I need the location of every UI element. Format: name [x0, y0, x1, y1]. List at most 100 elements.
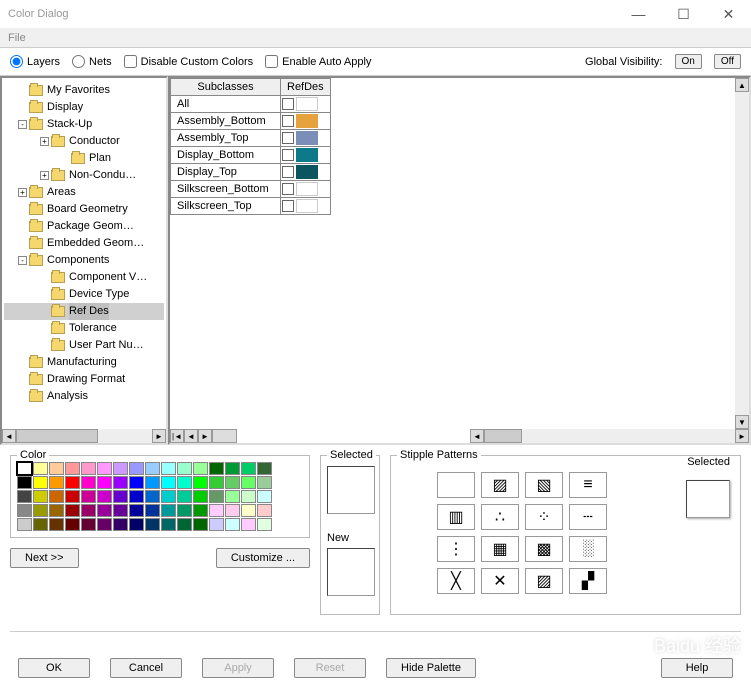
- tree-item[interactable]: Ref Des: [4, 303, 164, 320]
- palette-cell[interactable]: [161, 518, 176, 531]
- radio-layers[interactable]: Layers: [10, 55, 60, 68]
- color-swatch[interactable]: [296, 182, 318, 196]
- palette-cell[interactable]: [145, 490, 160, 503]
- palette-cell[interactable]: [225, 504, 240, 517]
- palette-cell[interactable]: [257, 504, 272, 517]
- tab-nav-next[interactable]: ►: [198, 429, 212, 443]
- stipple-checker[interactable]: ▞: [569, 568, 607, 594]
- stipple-x2[interactable]: ✕: [481, 568, 519, 594]
- stipple-diag2[interactable]: ▧: [525, 472, 563, 498]
- palette-cell[interactable]: [81, 462, 96, 475]
- stipple-dots1[interactable]: ∴: [481, 504, 519, 530]
- tree-expander-icon[interactable]: -: [18, 120, 27, 129]
- palette-cell[interactable]: [17, 490, 32, 503]
- menu-file[interactable]: File: [8, 32, 26, 44]
- palette-cell[interactable]: [17, 518, 32, 531]
- tree-item[interactable]: Display: [4, 99, 164, 116]
- color-palette[interactable]: [17, 462, 303, 531]
- palette-cell[interactable]: [65, 504, 80, 517]
- tree-item[interactable]: Manufacturing: [4, 354, 164, 371]
- palette-cell[interactable]: [129, 490, 144, 503]
- visibility-checkbox[interactable]: [282, 183, 294, 195]
- palette-cell[interactable]: [177, 490, 192, 503]
- palette-cell[interactable]: [145, 462, 160, 475]
- table-row[interactable]: All: [171, 96, 331, 113]
- customize-button[interactable]: Customize ...: [216, 548, 310, 568]
- palette-cell[interactable]: [193, 518, 208, 531]
- palette-cell[interactable]: [241, 462, 256, 475]
- stipple-horiz[interactable]: ≡: [569, 472, 607, 498]
- visibility-checkbox[interactable]: [282, 200, 294, 212]
- visibility-checkbox[interactable]: [282, 166, 294, 178]
- palette-cell[interactable]: [177, 462, 192, 475]
- global-on-button[interactable]: On: [675, 54, 702, 69]
- tab-nav-first[interactable]: |◄: [170, 429, 184, 443]
- palette-cell[interactable]: [17, 504, 32, 517]
- palette-cell[interactable]: [193, 462, 208, 475]
- table-row[interactable]: Silkscreen_Bottom: [171, 181, 331, 198]
- palette-cell[interactable]: [97, 490, 112, 503]
- palette-cell[interactable]: [241, 476, 256, 489]
- color-swatch[interactable]: [296, 148, 318, 162]
- tree-item[interactable]: Board Geometry: [4, 201, 164, 218]
- palette-cell[interactable]: [209, 490, 224, 503]
- palette-cell[interactable]: [129, 462, 144, 475]
- palette-cell[interactable]: [209, 476, 224, 489]
- tree-item[interactable]: +Non-Condu…: [4, 167, 164, 184]
- palette-cell[interactable]: [81, 504, 96, 517]
- color-swatch[interactable]: [296, 199, 318, 213]
- stipple-grid[interactable]: ▩: [525, 536, 563, 562]
- palette-cell[interactable]: [33, 476, 48, 489]
- chk-disable-custom[interactable]: Disable Custom Colors: [124, 55, 253, 68]
- palette-cell[interactable]: [113, 476, 128, 489]
- stipple-dots2[interactable]: ⁘: [525, 504, 563, 530]
- palette-cell[interactable]: [65, 476, 80, 489]
- palette-cell[interactable]: [193, 504, 208, 517]
- visibility-checkbox[interactable]: [282, 115, 294, 127]
- close-button[interactable]: ✕: [706, 0, 751, 28]
- stipple-sparse[interactable]: ⋮: [437, 536, 475, 562]
- color-swatch[interactable]: [296, 165, 318, 179]
- palette-cell[interactable]: [257, 518, 272, 531]
- palette-cell[interactable]: [177, 518, 192, 531]
- tab-nav-prev[interactable]: ◄: [184, 429, 198, 443]
- table-row[interactable]: Assembly_Bottom: [171, 113, 331, 130]
- table-row[interactable]: Display_Bottom: [171, 147, 331, 164]
- palette-cell[interactable]: [193, 476, 208, 489]
- tree-expander-icon[interactable]: -: [18, 256, 27, 265]
- col-refdes[interactable]: RefDes: [281, 79, 331, 96]
- color-swatch[interactable]: [296, 97, 318, 111]
- palette-cell[interactable]: [33, 490, 48, 503]
- col-subclasses[interactable]: Subclasses: [171, 79, 281, 96]
- palette-cell[interactable]: [33, 518, 48, 531]
- tree-expander-icon[interactable]: +: [40, 171, 49, 180]
- palette-cell[interactable]: [17, 476, 32, 489]
- palette-cell[interactable]: [65, 490, 80, 503]
- palette-cell[interactable]: [81, 518, 96, 531]
- tree-item[interactable]: -Components: [4, 252, 164, 269]
- palette-cell[interactable]: [113, 490, 128, 503]
- palette-cell[interactable]: [225, 518, 240, 531]
- palette-cell[interactable]: [145, 518, 160, 531]
- palette-cell[interactable]: [97, 476, 112, 489]
- minimize-button[interactable]: —: [616, 0, 661, 28]
- palette-cell[interactable]: [129, 476, 144, 489]
- reset-button[interactable]: Reset: [294, 658, 366, 678]
- stipple-dense[interactable]: ░: [569, 536, 607, 562]
- tree-item[interactable]: Analysis: [4, 388, 164, 405]
- palette-cell[interactable]: [129, 504, 144, 517]
- maximize-button[interactable]: ☐: [661, 0, 706, 28]
- palette-cell[interactable]: [49, 490, 64, 503]
- tree-item[interactable]: +Areas: [4, 184, 164, 201]
- palette-cell[interactable]: [49, 504, 64, 517]
- tree-item[interactable]: User Part Nu…: [4, 337, 164, 354]
- palette-cell[interactable]: [97, 462, 112, 475]
- stipple-solid[interactable]: [437, 472, 475, 498]
- palette-cell[interactable]: [97, 518, 112, 531]
- palette-cell[interactable]: [113, 504, 128, 517]
- tree-item[interactable]: Component V…: [4, 269, 164, 286]
- tree-item[interactable]: Drawing Format: [4, 371, 164, 388]
- palette-cell[interactable]: [33, 504, 48, 517]
- stipple-cross[interactable]: ▦: [481, 536, 519, 562]
- global-off-button[interactable]: Off: [714, 54, 741, 69]
